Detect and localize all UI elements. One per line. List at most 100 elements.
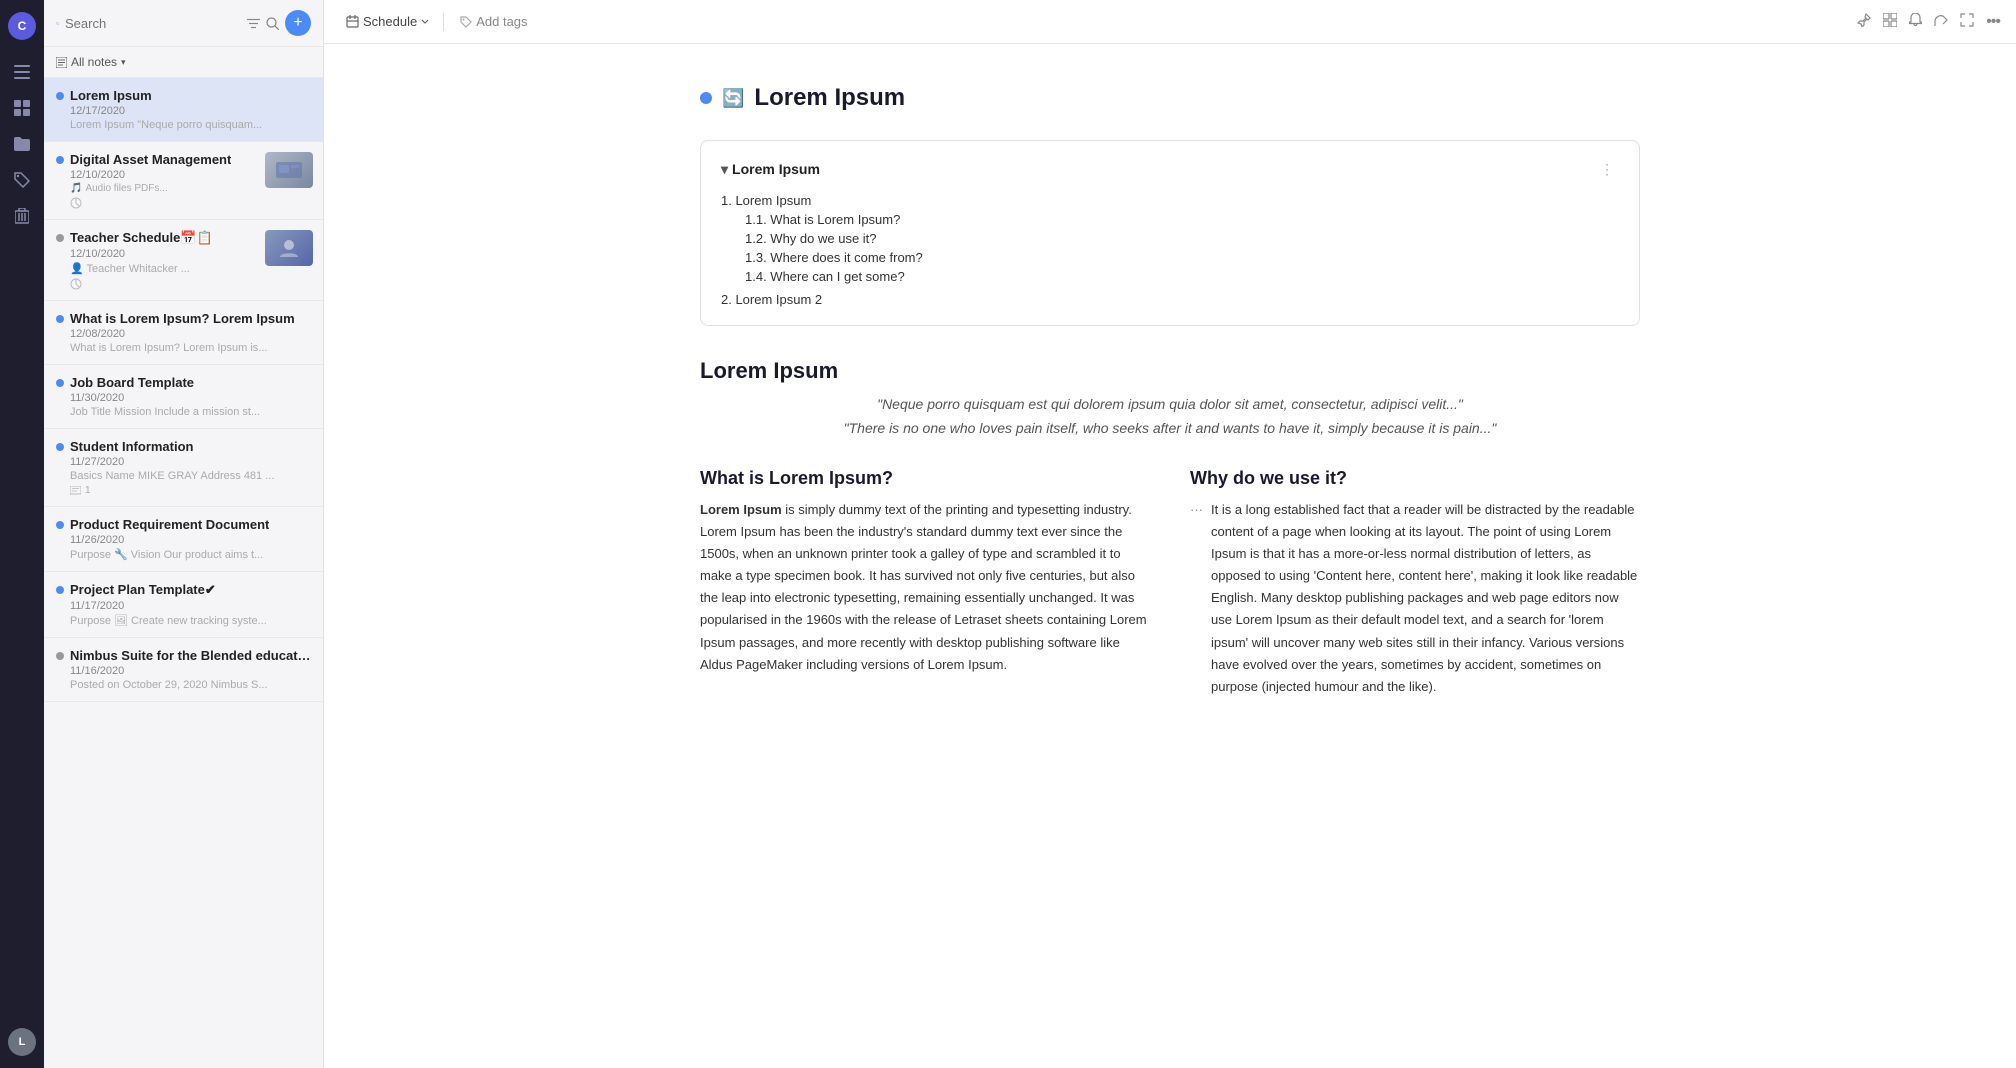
note-thumb [265,152,313,188]
note-dot [56,521,64,529]
toc-menu-button[interactable]: ⋮ [1595,157,1619,181]
search-magnify-icon[interactable] [266,13,279,33]
note-meta: 11/17/2020 [56,600,311,612]
note-item-product-req[interactable]: Product Requirement Document 11/26/2020 … [44,507,323,572]
add-tags-button[interactable]: Add tags [452,11,535,32]
note-thumb-image [265,230,313,266]
note-title: Teacher Schedule📅📋 [70,230,213,246]
expand-button[interactable] [1960,13,1974,30]
grid-view-button[interactable] [1883,13,1897,30]
bell-button[interactable] [1909,13,1922,30]
folder-icon-btn[interactable] [6,128,38,160]
note-dot [56,443,64,451]
note-item-digital-asset[interactable]: Digital Asset Management 12/10/2020 🎵Aud… [44,142,323,220]
more-options-button[interactable]: ••• [1986,13,2000,31]
schedule-label: Schedule [363,14,417,29]
tag-icon [460,16,472,28]
note-preview: Job Title Mission Include a mission st..… [56,406,311,418]
note-item-lorem-ipsum[interactable]: Lorem Ipsum 12/17/2020 Lorem Ipsum "Nequ… [44,78,323,142]
col-left-body: Lorem Ipsum is simply dummy text of the … [700,499,1150,676]
all-notes-label: All notes [71,55,117,69]
grid-icon-btn[interactable] [6,92,38,124]
note-title: Student Information [70,439,194,454]
note-preview: Purpose 🖼 Create new tracking syste... [56,614,311,627]
note-thumb-image [265,152,313,188]
note-preview: Basics Name MIKE GRAY Address 481 ... [56,470,311,482]
col-right-body: ··· It is a long established fact that a… [1190,499,1640,698]
col-left-body-text: is simply dummy text of the printing and… [700,502,1147,672]
notes-panel: + All notes ▾ Lorem Ipsum 12/17/2020 Lor… [44,0,324,1068]
note-meta: 11/16/2020 [56,665,311,677]
toc-item[interactable]: 1.4. Where can I get some? [745,267,1619,286]
note-dot [56,234,64,242]
sidebar-icons: C L [0,0,44,1068]
note-preview: Purpose 🔧 Vision Our product aims t... [56,548,311,561]
note-item-nimbus-suite[interactable]: Nimbus Suite for the Blended education |… [44,638,323,702]
all-notes-dropdown-icon: ▾ [121,57,126,68]
note-item-what-is-lorem[interactable]: What is Lorem Ipsum? Lorem Ipsum 12/08/2… [44,301,323,365]
filter-icon[interactable] [247,13,260,33]
note-meta: 11/30/2020 [56,392,311,404]
doc-title-row: 🔄 Lorem Ipsum [700,84,1640,112]
note-dot [56,92,64,100]
share-button[interactable] [1934,14,1948,30]
quote-text-2: "There is no one who loves pain itself, … [700,420,1640,436]
note-bottom-icons [56,197,311,209]
note-item-teacher-schedule[interactable]: Teacher Schedule📅📋 12/10/2020 👤 Teacher … [44,220,323,301]
toc-chevron[interactable]: ▾ [721,161,728,178]
trash-icon-btn[interactable] [6,200,38,232]
toc-title: ▾ Lorem Ipsum [721,161,820,178]
toc-item[interactable]: 1. Lorem Ipsum [721,191,1619,210]
toc-item[interactable]: 2. Lorem Ipsum 2 [721,290,1619,309]
section-title: Lorem Ipsum [700,358,1640,384]
menu-icon-btn[interactable] [6,56,38,88]
doc-status-dot [700,92,712,104]
col-right-title: Why do we use it? [1190,468,1640,489]
note-item-job-board[interactable]: Job Board Template 11/30/2020 Job Title … [44,365,323,429]
note-dot [56,586,64,594]
note-title: Job Board Template [70,375,194,390]
note-item-student-info[interactable]: Student Information 11/27/2020 Basics Na… [44,429,323,507]
toc-item[interactable]: 1.3. Where does it come from? [745,248,1619,267]
schedule-dropdown-icon [421,19,429,25]
tag-icon-btn[interactable] [6,164,38,196]
note-item-project-plan[interactable]: Project Plan Template✔ 11/17/2020 Purpos… [44,572,323,638]
toolbar-divider [443,13,444,31]
note-title: Project Plan Template✔ [70,582,216,598]
toolbar-right: ••• [1857,13,2000,31]
note-dot [56,315,64,323]
main-content: Schedule Add tags ••• [324,0,2016,1068]
doc-emoji: 🔄 [722,88,744,109]
schedule-button[interactable]: Schedule [340,11,435,32]
toc-item[interactable]: 1.1. What is Lorem Ipsum? [745,210,1619,229]
col-left: What is Lorem Ipsum? Lorem Ipsum is simp… [700,468,1150,698]
toc-header: ▾ Lorem Ipsum ⋮ [721,157,1619,181]
user-avatar-bottom[interactable]: L [8,1028,36,1056]
note-title: Nimbus Suite for the Blended education |… [70,648,311,663]
all-notes-header[interactable]: All notes ▾ [44,47,323,78]
note-title: Digital Asset Management [70,152,231,167]
notes-icon [56,57,67,68]
toolbar: Schedule Add tags ••• [324,0,2016,44]
search-icon [56,17,59,30]
new-note-button[interactable]: + [285,10,311,36]
note-preview: Posted on October 29, 2020 Nimbus S... [56,679,311,691]
col-right: Why do we use it? ··· It is a long estab… [1190,468,1640,698]
search-input[interactable] [65,16,241,31]
note-preview: Lorem Ipsum "Neque porro quisquam... [56,119,311,131]
note-title: What is Lorem Ipsum? Lorem Ipsum [70,311,295,326]
pin-button[interactable] [1857,13,1871,30]
two-col-section: What is Lorem Ipsum? Lorem Ipsum is simp… [700,468,1640,698]
col-left-title: What is Lorem Ipsum? [700,468,1150,489]
note-meta: 11/26/2020 [56,534,311,546]
editor-area: 🔄 Lorem Ipsum ▾ Lorem Ipsum ⋮ 1. Lorem I… [620,44,1720,1068]
schedule-icon [346,15,359,28]
note-meta: 12/17/2020 [56,105,311,117]
col-left-body-start: Lorem Ipsum [700,502,782,517]
note-dot [56,652,64,660]
note-dot [56,156,64,164]
toc-item[interactable]: 1.2. Why do we use it? [745,229,1619,248]
user-avatar-top[interactable]: C [8,12,36,40]
doc-title: Lorem Ipsum [754,84,905,112]
col-right-ellipsis: ··· [1190,499,1203,698]
